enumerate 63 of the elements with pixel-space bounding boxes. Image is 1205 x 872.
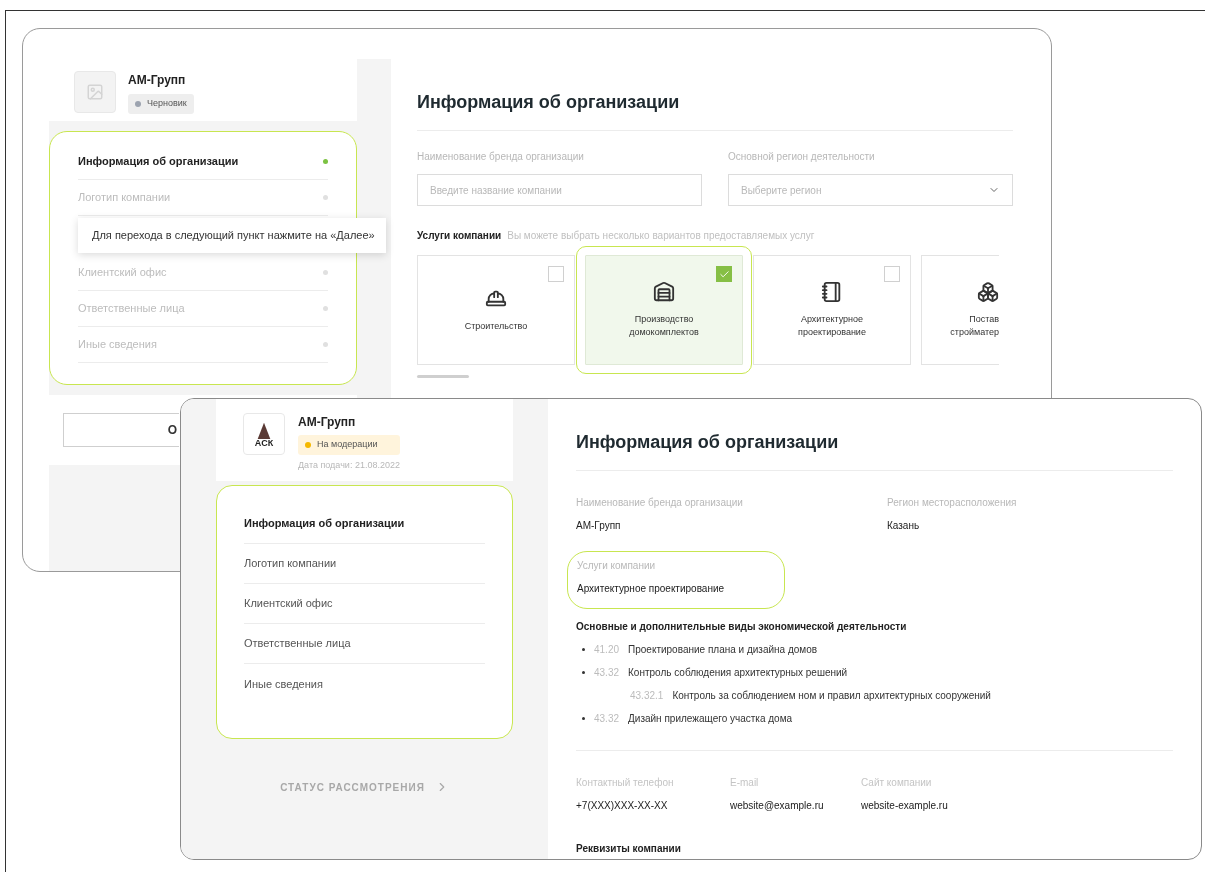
input-field[interactable]: Введите название компании xyxy=(417,174,702,206)
bullet-icon xyxy=(582,648,585,651)
checkbox[interactable] xyxy=(548,266,564,282)
company-name: АМ-Групп xyxy=(128,72,187,89)
activity-code: 43.32 xyxy=(594,666,620,680)
activity-code: 43.32 xyxy=(594,712,620,726)
checkbox[interactable] xyxy=(884,266,900,282)
activity-name: Контроль за соблюдением ном и правил архитектурных сооружений xyxy=(672,689,991,703)
bullet-icon xyxy=(582,717,585,720)
field-label: E-mail xyxy=(730,776,760,790)
cubes-icon xyxy=(977,281,999,303)
submission-date: Дата подачи: 21.08.2022 xyxy=(298,458,400,472)
nav-item[interactable]: Иные сведения xyxy=(244,664,485,704)
service-label: Постав стройматер xyxy=(950,313,999,339)
logo-text: АСК xyxy=(254,438,274,448)
field-value: Архитектурное проектирование xyxy=(577,582,726,596)
bullet-icon xyxy=(582,671,585,674)
service-label: Архитектурное проектирование xyxy=(797,313,867,339)
activity-name: Проектирование плана и дизайна домов xyxy=(628,643,818,657)
nav-item[interactable]: Логотип компании xyxy=(244,544,485,584)
image-icon xyxy=(86,83,104,101)
field-label: Услуги компании xyxy=(577,559,657,573)
activity-name: Дизайн прилежащего участка дома xyxy=(628,712,793,726)
nav-item[interactable]: Информация об организации xyxy=(78,144,328,180)
field-value: website-example.ru xyxy=(861,799,948,813)
activity-name: Контроль соблюдения архитектурных решений xyxy=(628,666,848,680)
checkbox[interactable] xyxy=(716,266,732,282)
section-hint: Вы можете выбрать несколько вариантов предоставляемых услуг xyxy=(507,229,815,243)
next-button[interactable]: О xyxy=(63,413,179,447)
field-label: Наименование бренда организации xyxy=(576,496,744,510)
house-icon xyxy=(653,281,675,303)
notebook-icon xyxy=(821,281,843,303)
nav-item[interactable]: Информация об организации xyxy=(244,504,485,544)
tooltip: Для перехода в следующий пункт нажмите на «Далее» xyxy=(78,218,386,253)
field-value: +7(XXX)XXX-XX-XX xyxy=(576,799,669,813)
section-heading: Реквизиты компании xyxy=(576,842,682,856)
service-label: Производство домокомплектов xyxy=(628,313,700,339)
page-title: Информация об организации xyxy=(576,429,1173,471)
field-label: Основной регион деятельности xyxy=(728,150,876,164)
nav-item[interactable]: Клиентский офис xyxy=(244,584,485,624)
status-badge: На модерации xyxy=(298,435,400,455)
section-label: Услуги компании xyxy=(417,229,502,243)
field-label: Наименование бренда организации xyxy=(417,150,585,164)
activity-code: 43.32.1 xyxy=(630,689,664,703)
field-value: website@example.ru xyxy=(730,799,825,813)
activity-code: 41.20 xyxy=(594,643,620,657)
service-card[interactable]: Постав стройматер xyxy=(921,255,999,365)
section-heading: Основные и дополнительные виды экономической деятельности xyxy=(576,620,908,634)
company-name: АМ-Групп xyxy=(298,414,357,431)
service-card[interactable]: Строительство xyxy=(417,255,575,365)
field-label: Сайт компании xyxy=(861,776,933,790)
field-value: Казань xyxy=(887,519,921,533)
service-card[interactable]: Производство домокомплектов xyxy=(585,255,743,365)
service-card[interactable]: Архитектурное проектирование xyxy=(753,255,911,365)
check-icon xyxy=(718,268,730,280)
field-value: АМ-Групп xyxy=(576,519,622,533)
page-title: Информация об организации xyxy=(417,89,1013,131)
field-label: Регион месторасположения xyxy=(887,496,1018,510)
field-label: Контактный телефон xyxy=(576,776,675,790)
nav-item[interactable]: Ответственные лица xyxy=(244,624,485,664)
service-label: Строительство xyxy=(464,319,528,333)
scrollbar xyxy=(417,375,469,378)
status-badge: Черновик xyxy=(128,94,194,114)
